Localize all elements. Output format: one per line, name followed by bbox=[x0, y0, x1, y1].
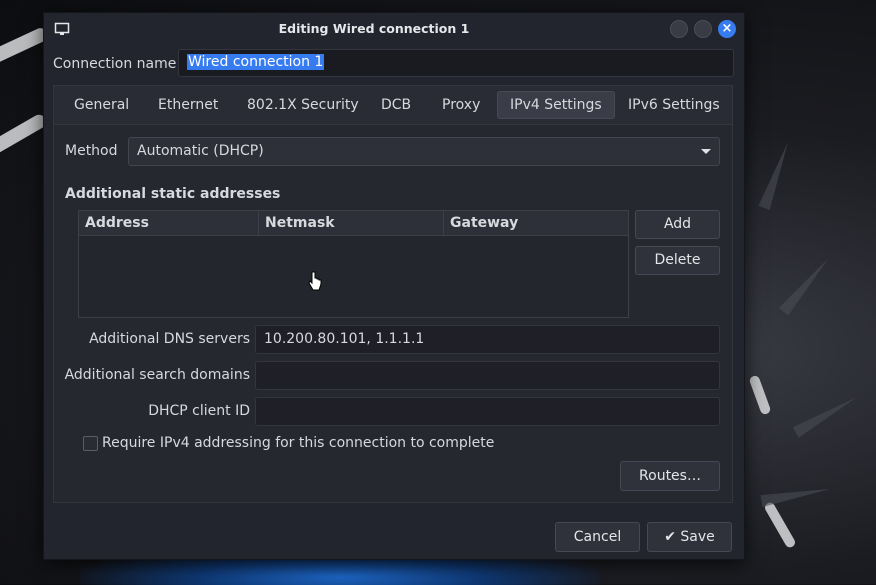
tab-general[interactable]: General bbox=[62, 91, 141, 119]
tab-ethernet[interactable]: Ethernet bbox=[146, 91, 230, 119]
method-select[interactable]: Automatic (DHCP) bbox=[128, 137, 720, 166]
minimize-button[interactable] bbox=[670, 20, 688, 38]
table-header: Address Netmask Gateway bbox=[79, 211, 628, 236]
connection-name-value: Wired connection 1 bbox=[187, 54, 325, 70]
static-addresses-title: Additional static addresses bbox=[65, 186, 281, 202]
connection-name-label: Connection name bbox=[53, 56, 177, 72]
tab-proxy[interactable]: Proxy bbox=[430, 91, 492, 119]
checkmark-icon: ✔ bbox=[664, 529, 676, 545]
tab-bar: General Ethernet 802.1X Security DCB Pro… bbox=[54, 86, 732, 125]
save-button[interactable]: ✔ Save bbox=[647, 522, 732, 552]
tab-dcb[interactable]: DCB bbox=[369, 91, 423, 119]
add-button[interactable]: Add bbox=[635, 210, 720, 239]
search-domains-input[interactable] bbox=[255, 361, 720, 390]
static-addresses-table[interactable]: Address Netmask Gateway bbox=[78, 210, 629, 318]
tab-ipv6-settings[interactable]: IPv6 Settings bbox=[616, 91, 732, 119]
tab-ipv4-settings[interactable]: IPv4 Settings bbox=[497, 91, 615, 119]
delete-button[interactable]: Delete bbox=[635, 246, 720, 275]
routes-button[interactable]: Routes… bbox=[620, 461, 720, 491]
connection-name-input[interactable]: Wired connection 1 bbox=[178, 49, 734, 77]
column-gateway[interactable]: Gateway bbox=[444, 211, 628, 235]
cancel-button[interactable]: Cancel bbox=[555, 522, 640, 552]
maximize-button[interactable] bbox=[694, 20, 712, 38]
mouse-pointer-icon bbox=[308, 271, 322, 291]
window-title: Editing Wired connection 1 bbox=[278, 21, 470, 36]
column-netmask[interactable]: Netmask bbox=[259, 211, 444, 235]
titlebar[interactable]: Editing Wired connection 1 × bbox=[44, 13, 744, 45]
tab-8021x-security[interactable]: 802.1X Security bbox=[235, 91, 371, 119]
close-icon: × bbox=[721, 21, 733, 36]
chevron-down-icon bbox=[701, 149, 711, 154]
column-address[interactable]: Address bbox=[79, 211, 259, 235]
require-ipv4-checkbox[interactable] bbox=[83, 436, 98, 451]
method-label: Method bbox=[65, 143, 118, 159]
dns-servers-label: Additional DNS servers bbox=[89, 331, 250, 347]
dhcp-client-id-input[interactable] bbox=[255, 397, 720, 426]
edit-connection-dialog: Editing Wired connection 1 × Connection … bbox=[43, 12, 745, 560]
dhcp-client-id-label: DHCP client ID bbox=[148, 403, 250, 419]
close-button[interactable]: × bbox=[718, 20, 736, 38]
search-domains-label: Additional search domains bbox=[64, 367, 250, 383]
dns-servers-input[interactable]: 10.200.80.101, 1.1.1.1 bbox=[255, 325, 720, 354]
method-value: Automatic (DHCP) bbox=[137, 143, 264, 159]
save-label: Save bbox=[680, 529, 715, 545]
require-ipv4-label[interactable]: Require IPv4 addressing for this connect… bbox=[102, 435, 494, 451]
